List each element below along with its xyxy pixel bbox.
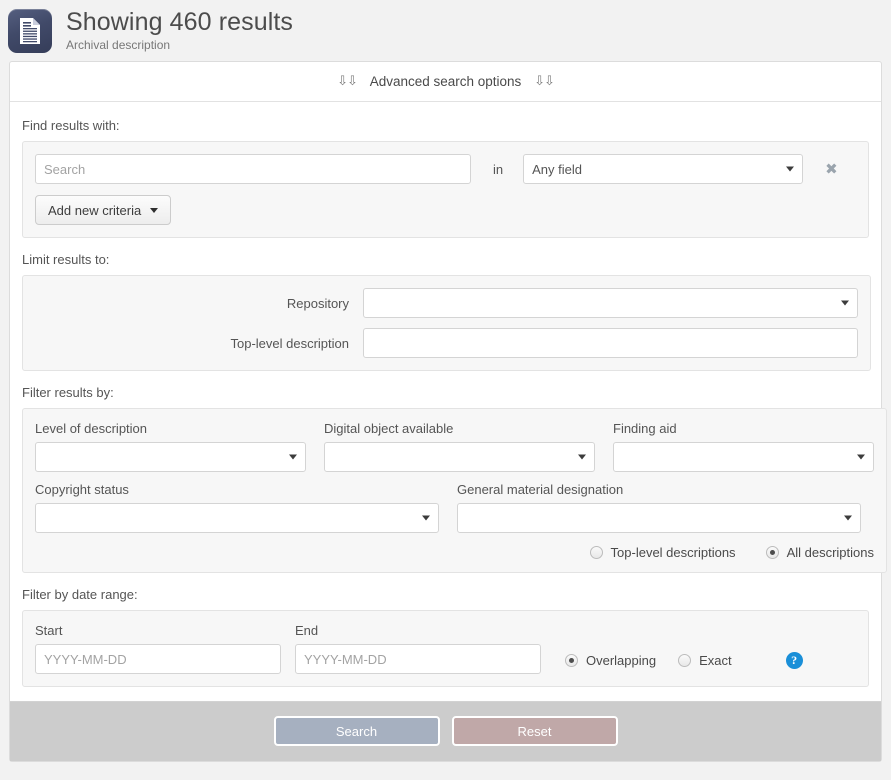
reset-button[interactable]: Reset xyxy=(452,716,618,746)
filter-grid-row-2: Copyright status General material design… xyxy=(35,482,874,533)
form-actions: Search Reset xyxy=(10,701,881,761)
page-header: Showing 460 results Archival description xyxy=(0,0,891,61)
chevron-down-icon xyxy=(857,455,865,460)
criteria-row: in Any field ✖ xyxy=(35,154,856,184)
find-results-fieldset: in Any field ✖ Add new criteria xyxy=(22,141,869,238)
panel-body: Find results with: in Any field ✖ Add ne… xyxy=(10,102,881,687)
date-range-fieldset: Start End Overlapping Exact xyxy=(22,610,869,687)
filter-digital-object-available: Digital object available xyxy=(324,421,595,472)
filter-copyright-status: Copyright status xyxy=(35,482,439,533)
chevron-down-icon-right: ⇩⇩ xyxy=(534,73,554,89)
date-end-group: End xyxy=(295,623,541,674)
radio-indicator xyxy=(590,546,603,559)
finding-aid-select[interactable] xyxy=(613,442,874,472)
in-label: in xyxy=(493,162,503,177)
radio-exact-label: Exact xyxy=(699,653,732,668)
top-level-description-label: Top-level description xyxy=(35,336,363,351)
start-date-label: Start xyxy=(35,623,281,638)
chevron-down-icon xyxy=(578,455,586,460)
radio-indicator xyxy=(678,654,691,667)
radio-indicator-selected xyxy=(565,654,578,667)
chevron-down-icon xyxy=(150,208,158,213)
radio-top-level-descriptions[interactable]: Top-level descriptions xyxy=(590,545,736,560)
radio-overlapping-label: Overlapping xyxy=(586,653,656,668)
limit-results-label: Limit results to: xyxy=(22,252,869,267)
digital-object-available-label: Digital object available xyxy=(324,421,595,436)
chevron-down-icon xyxy=(844,516,852,521)
limit-row-top-level-description: Top-level description xyxy=(35,328,858,358)
search-field-select[interactable]: Any field xyxy=(523,154,803,184)
filter-results-label: Filter results by: xyxy=(22,385,869,400)
header-text: Showing 460 results Archival description xyxy=(66,7,293,52)
radio-top-level-descriptions-label: Top-level descriptions xyxy=(611,545,736,560)
date-range-label: Filter by date range: xyxy=(22,587,869,602)
chevron-down-icon xyxy=(422,516,430,521)
page-title: Showing 460 results xyxy=(66,8,293,36)
find-results-label: Find results with: xyxy=(22,118,869,133)
radio-exact[interactable]: Exact xyxy=(678,653,732,668)
general-material-designation-select[interactable] xyxy=(457,503,861,533)
chevron-down-icon-left: ⇩⇩ xyxy=(337,73,357,89)
chevron-down-icon xyxy=(841,301,849,306)
repository-label: Repository xyxy=(35,296,363,311)
radio-indicator-selected xyxy=(766,546,779,559)
copyright-status-label: Copyright status xyxy=(35,482,439,497)
radio-overlapping[interactable]: Overlapping xyxy=(565,653,656,668)
advanced-search-toggle-label: Advanced search options xyxy=(370,74,522,89)
level-of-description-label: Level of description xyxy=(35,421,306,436)
chevron-down-icon xyxy=(786,167,794,172)
start-date-input[interactable] xyxy=(35,644,281,674)
general-material-designation-label: General material designation xyxy=(457,482,861,497)
document-icon xyxy=(8,9,52,53)
advanced-search-toggle[interactable]: ⇩⇩ Advanced search options ⇩⇩ xyxy=(10,62,881,102)
date-mode-radio-group: Overlapping Exact ? xyxy=(565,652,803,674)
date-start-group: Start xyxy=(35,623,281,674)
limit-row-repository: Repository xyxy=(35,288,858,318)
radio-all-descriptions-label: All descriptions xyxy=(787,545,874,560)
repository-select[interactable] xyxy=(363,288,858,318)
filter-level-of-description: Level of description xyxy=(35,421,306,472)
date-row: Start End Overlapping Exact xyxy=(35,623,856,674)
filter-finding-aid: Finding aid xyxy=(613,421,874,472)
limit-results-fieldset: Repository Top-level description xyxy=(22,275,871,371)
end-date-input[interactable] xyxy=(295,644,541,674)
search-field-select-value: Any field xyxy=(532,162,582,177)
copyright-status-select[interactable] xyxy=(35,503,439,533)
search-input[interactable] xyxy=(35,154,471,184)
digital-object-available-select[interactable] xyxy=(324,442,595,472)
radio-all-descriptions[interactable]: All descriptions xyxy=(766,545,874,560)
top-level-description-input[interactable] xyxy=(363,328,858,358)
filter-results-fieldset: Level of description Digital object avai… xyxy=(22,408,887,573)
level-of-description-select[interactable] xyxy=(35,442,306,472)
description-scope-radio-group: Top-level descriptions All descriptions xyxy=(35,545,874,560)
advanced-search-panel: ⇩⇩ Advanced search options ⇩⇩ Find resul… xyxy=(9,61,882,762)
finding-aid-label: Finding aid xyxy=(613,421,874,436)
chevron-down-icon xyxy=(289,455,297,460)
remove-criteria-icon[interactable]: ✖ xyxy=(825,162,838,177)
filter-general-material-designation: General material designation xyxy=(457,482,861,533)
add-new-criteria-label: Add new criteria xyxy=(48,203,141,218)
end-date-label: End xyxy=(295,623,541,638)
page-subtitle: Archival description xyxy=(66,38,293,52)
help-icon[interactable]: ? xyxy=(786,652,803,669)
add-new-criteria-button[interactable]: Add new criteria xyxy=(35,195,171,225)
search-button[interactable]: Search xyxy=(274,716,440,746)
filter-grid-row-1: Level of description Digital object avai… xyxy=(35,421,874,472)
